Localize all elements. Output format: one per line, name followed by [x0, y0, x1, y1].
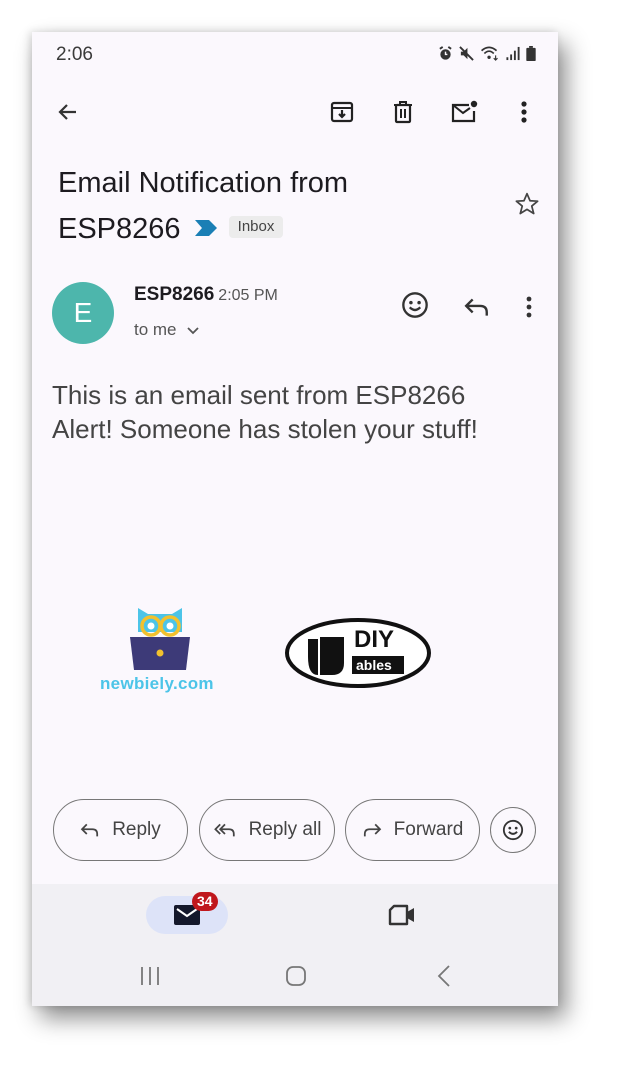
recent-apps-button[interactable]: [132, 960, 168, 992]
recipient-label: to me: [134, 320, 177, 339]
importance-marker-icon[interactable]: [194, 220, 217, 237]
diyables-logo[interactable]: DIY ables: [284, 617, 432, 689]
forward-label: Forward: [393, 819, 464, 840]
reply-all-icon: [213, 823, 235, 837]
email-time: 2:05 PM: [218, 287, 278, 304]
inbox-label-badge[interactable]: Inbox: [228, 216, 284, 239]
more-options-button[interactable]: [506, 94, 542, 130]
system-back-button[interactable]: [426, 960, 462, 992]
chevron-down-icon: [187, 326, 199, 334]
reply-label: Reply: [112, 819, 161, 840]
phone-screen: 2:06 Email Notification from ESP8266 Inb…: [32, 32, 558, 1006]
body-line-1: This is an email sent from ESP8266: [52, 380, 466, 410]
add-reaction-button[interactable]: [398, 288, 432, 322]
reply-button[interactable]: Reply: [53, 799, 188, 861]
home-button[interactable]: [278, 960, 314, 992]
back-icon: [437, 965, 450, 987]
back-button[interactable]: [50, 94, 86, 130]
signal-icon: [506, 46, 520, 61]
email-subject: Email Notification from ESP8266 Inbox: [58, 160, 488, 252]
status-icons: [438, 46, 536, 61]
meet-video-icon: [388, 904, 414, 926]
mark-unread-button[interactable]: [447, 94, 483, 130]
diyables-top-text: DIY: [354, 626, 395, 653]
reply-icon-button[interactable]: [460, 290, 494, 324]
reply-all-button[interactable]: Reply all: [199, 799, 335, 861]
recent-apps-icon: [141, 967, 159, 985]
reply-icon: [80, 823, 99, 837]
forward-icon: [363, 823, 381, 837]
emoji-icon: [502, 819, 524, 841]
status-time: 2:06: [56, 44, 93, 65]
more-vert-icon: [526, 296, 532, 318]
sender-line: ESP8266 2:05 PM: [134, 284, 278, 306]
body-line-2: Alert! Someone has stolen your stuff!: [52, 414, 478, 444]
newbiely-logo[interactable]: newbiely.com: [94, 602, 224, 702]
sender-avatar[interactable]: E: [52, 282, 114, 344]
alarm-icon: [439, 46, 452, 60]
sender-name: ESP8266: [134, 284, 215, 305]
recipient-toggle[interactable]: to me: [134, 320, 199, 340]
star-button[interactable]: [510, 187, 544, 221]
star-icon: [515, 192, 539, 215]
archive-icon: [330, 101, 354, 123]
email-body: This is an email sent from ESP8266 Alert…: [52, 378, 478, 446]
delete-icon: [394, 101, 412, 124]
message-more-button[interactable]: [512, 290, 546, 324]
battery-icon: [526, 46, 536, 61]
more-vert-icon: [521, 101, 527, 123]
arrow-left-icon: [58, 104, 76, 120]
mark-unread-icon: [451, 100, 478, 123]
diyables-bottom-text: ables: [356, 657, 392, 673]
subject-line-2: ESP8266: [58, 213, 181, 245]
reply-icon: [464, 298, 488, 316]
delete-button[interactable]: [385, 94, 421, 130]
owl-laptop-icon: [130, 608, 190, 670]
archive-button[interactable]: [324, 94, 360, 130]
home-icon: [286, 966, 306, 986]
subject-line-1: Email Notification from: [58, 167, 349, 199]
forward-button[interactable]: Forward: [345, 799, 480, 861]
emoji-icon: [402, 292, 428, 318]
unread-count-badge: 34: [192, 892, 218, 911]
newbiely-text: newbiely.com: [100, 674, 214, 693]
react-button[interactable]: [490, 807, 536, 853]
reply-all-label: Reply all: [248, 819, 322, 840]
meet-tab[interactable]: [384, 898, 420, 932]
wifi-icon: [481, 46, 498, 61]
mute-icon: [459, 46, 474, 61]
